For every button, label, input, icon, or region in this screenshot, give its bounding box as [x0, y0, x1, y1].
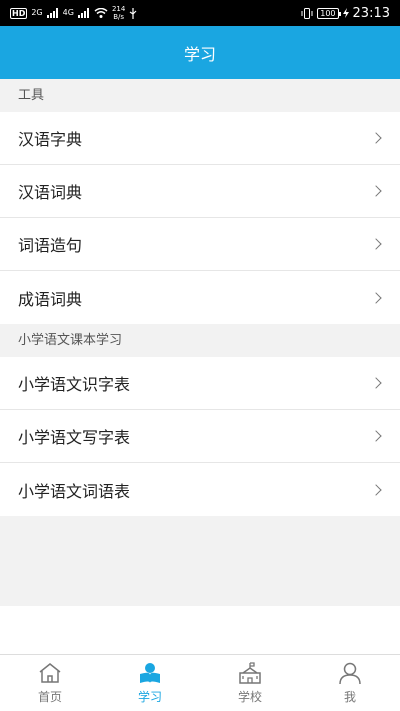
screen: HD 2G 4G 214 B/s 100 23:13 学习 工具 汉语字典 汉语…: [0, 0, 400, 711]
signal-icon: [77, 8, 89, 18]
list-item-hanyu-cidian[interactable]: 汉语词典: [0, 165, 400, 218]
list-item-label: 成语词典: [18, 289, 83, 309]
tools-list: 汉语字典 汉语词典 词语造句 成语词典: [0, 112, 400, 324]
chevron-right-icon: [370, 377, 382, 389]
chevron-right-icon: [370, 185, 382, 197]
tab-school-label: 学校: [237, 690, 262, 704]
speed-value: 214: [111, 5, 126, 13]
list-item-ciyu-zaoju[interactable]: 词语造句: [0, 218, 400, 271]
battery-indicator: 100: [317, 7, 341, 19]
list-item-shizi-biao[interactable]: 小学语文识字表: [0, 357, 400, 410]
status-bar: HD 2G 4G 214 B/s 100 23:13: [0, 0, 400, 26]
chevron-right-icon: [370, 430, 382, 442]
list-item-label: 汉语词典: [18, 183, 83, 202]
blank-area: [0, 606, 400, 654]
tab-home[interactable]: 首页: [0, 655, 100, 711]
textbook-list: 小学语文识字表 小学语文写字表 小学语文词语表: [0, 357, 400, 516]
chevron-right-icon: [370, 483, 382, 496]
bottom-tab-bar: 首页 学习 学校 我: [0, 654, 400, 711]
list-item-label: 小学语文识字表: [18, 375, 131, 394]
network-speed: 214 B/s: [112, 5, 125, 21]
list-item-label: 词语造句: [18, 236, 83, 255]
wifi-icon: [94, 8, 108, 18]
signal-icon: [46, 8, 58, 18]
list-item-label: 汉语字典: [18, 130, 83, 149]
status-time: 23:13: [352, 5, 390, 21]
list-item-xiezi-biao[interactable]: 小学语文写字表: [0, 410, 400, 463]
tab-profile-label: 我: [343, 690, 356, 704]
vibrate-icon: [301, 7, 313, 19]
tab-home-label: 首页: [37, 690, 62, 704]
network-4g-label: 4G: [62, 8, 74, 17]
status-right: 100 23:13: [301, 6, 390, 21]
list-item-hanyu-zidian[interactable]: 汉语字典: [0, 112, 400, 165]
charging-icon: [342, 8, 349, 18]
tab-profile[interactable]: 我: [300, 655, 400, 711]
tab-study[interactable]: 学习: [100, 655, 200, 711]
chevron-right-icon: [370, 291, 382, 304]
status-left: HD 2G 4G 214 B/s: [10, 5, 137, 21]
usb-icon: [129, 7, 137, 19]
speed-unit: B/s: [113, 13, 125, 21]
tab-school[interactable]: 学校: [200, 655, 300, 711]
page-title: 学习: [183, 44, 216, 64]
section-header-tools: 工具: [0, 79, 400, 112]
chevron-right-icon: [370, 238, 382, 250]
list-item-ciyu-biao[interactable]: 小学语文词语表: [0, 463, 400, 516]
section-header-textbook: 小学语文课本学习: [0, 324, 400, 357]
content: 工具 汉语字典 汉语词典 词语造句 成语词典 小学语文课本学习 小学语文识字表: [0, 79, 400, 516]
study-icon: [140, 663, 160, 683]
tab-study-label: 学习: [137, 690, 162, 704]
chevron-right-icon: [370, 132, 382, 144]
list-item-label: 小学语文词语表: [18, 481, 131, 501]
profile-icon: [339, 662, 361, 685]
list-item-chengyu-cidian[interactable]: 成语词典: [0, 271, 400, 324]
school-icon: [239, 662, 261, 684]
home-icon: [39, 663, 61, 683]
network-2g-label: 2G: [31, 8, 43, 17]
list-item-label: 小学语文写字表: [18, 428, 131, 447]
page-header: 学习: [0, 26, 400, 79]
hd-badge: HD: [10, 7, 28, 19]
